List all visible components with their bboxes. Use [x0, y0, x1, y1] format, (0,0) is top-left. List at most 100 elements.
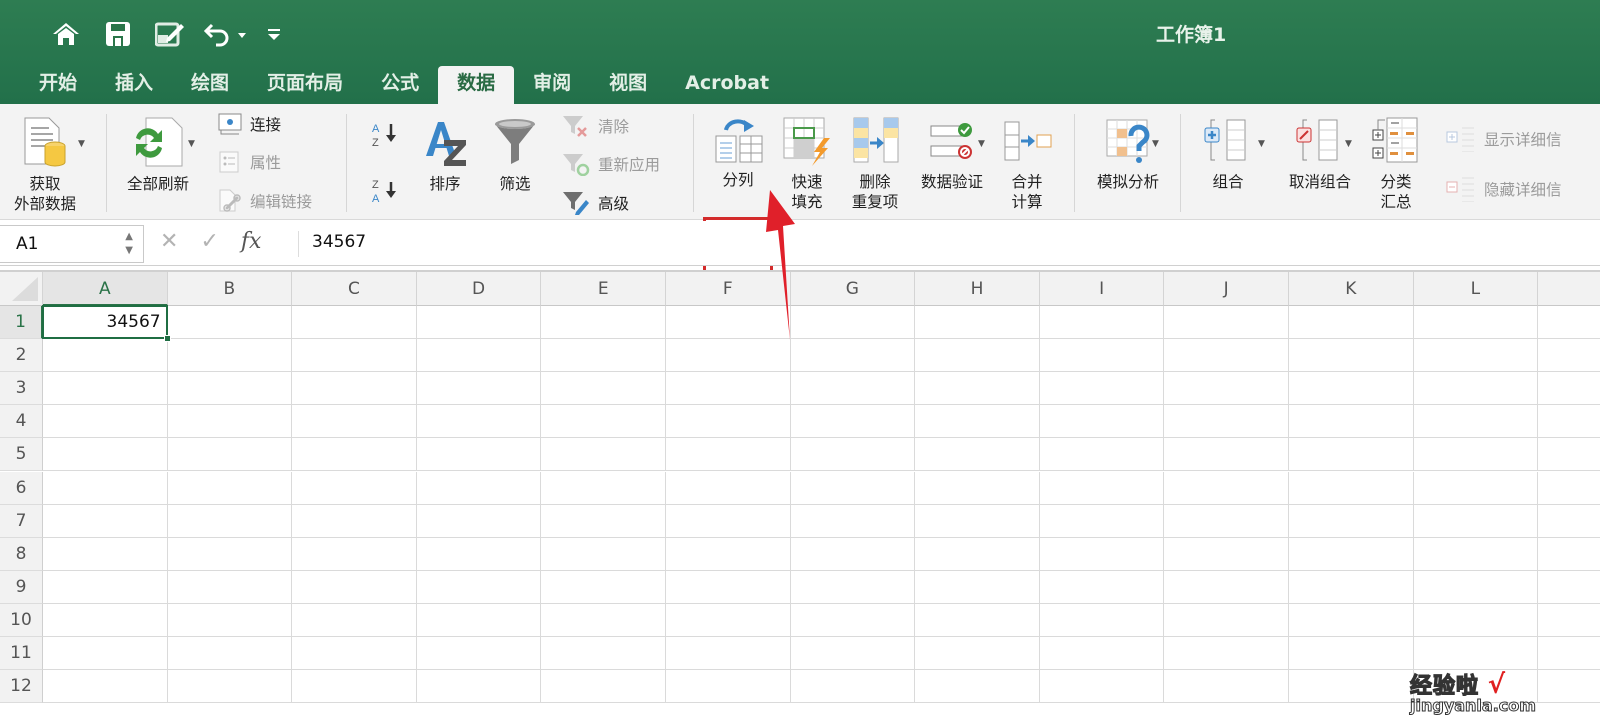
cell[interactable]	[666, 339, 791, 373]
cell[interactable]	[416, 603, 542, 637]
tab-acrobat[interactable]: Acrobat	[666, 66, 788, 104]
cell[interactable]	[167, 405, 293, 439]
cell[interactable]	[43, 504, 168, 538]
cell[interactable]	[1413, 339, 1539, 373]
cell[interactable]	[915, 438, 1040, 472]
cell[interactable]	[1413, 438, 1539, 472]
cell[interactable]	[1289, 570, 1414, 604]
cell[interactable]	[1289, 339, 1414, 373]
hide-detail-button[interactable]: 隐藏详细信	[1446, 176, 1562, 202]
advanced-filter-button[interactable]: 高级	[562, 190, 629, 216]
cell[interactable]	[167, 372, 293, 406]
cell[interactable]	[292, 339, 417, 373]
sort-ascending-button[interactable]: AZ	[370, 120, 400, 150]
cell[interactable]	[541, 339, 666, 373]
cell[interactable]	[666, 306, 791, 340]
cell[interactable]	[43, 405, 168, 439]
cell[interactable]	[416, 306, 542, 340]
row-header-5[interactable]: 5	[0, 438, 43, 472]
row-header-8[interactable]: 8	[0, 537, 43, 571]
cell[interactable]	[1289, 670, 1414, 704]
row-header-11[interactable]: 11	[0, 637, 43, 671]
subtotal-button[interactable]: 分类 汇总	[1370, 116, 1422, 212]
cell[interactable]	[1413, 603, 1539, 637]
cell[interactable]	[43, 339, 168, 373]
cell[interactable]	[1413, 570, 1539, 604]
cell[interactable]	[1039, 306, 1165, 340]
cell[interactable]	[1039, 637, 1165, 671]
cell[interactable]	[292, 306, 417, 340]
consolidate-button[interactable]: 合并 计算	[1000, 116, 1054, 212]
cell[interactable]	[790, 471, 916, 505]
cell[interactable]	[1039, 570, 1165, 604]
cell[interactable]	[790, 405, 916, 439]
cell[interactable]	[416, 471, 542, 505]
cell[interactable]	[416, 670, 542, 704]
cell[interactable]	[43, 570, 168, 604]
cell[interactable]	[666, 570, 791, 604]
cell[interactable]	[1164, 306, 1289, 340]
cell[interactable]	[1164, 537, 1289, 571]
cell[interactable]	[43, 438, 168, 472]
cell[interactable]	[167, 504, 293, 538]
cell[interactable]	[666, 504, 791, 538]
cell[interactable]	[1538, 571, 1600, 604]
cell[interactable]	[292, 504, 417, 538]
cell[interactable]	[1538, 670, 1600, 704]
column-header-b[interactable]: B	[167, 272, 293, 306]
row-header-9[interactable]: 9	[0, 570, 43, 604]
cell[interactable]	[541, 637, 666, 671]
tab-data[interactable]: 数据	[438, 66, 515, 104]
cell[interactable]	[1289, 306, 1414, 340]
column-header[interactable]	[1538, 272, 1600, 306]
cancel-icon[interactable]: ✕	[160, 229, 178, 254]
cell[interactable]	[292, 438, 417, 472]
confirm-icon[interactable]: ✓	[200, 229, 218, 254]
cell[interactable]	[915, 471, 1040, 505]
cell[interactable]	[167, 670, 293, 704]
chevron-down-icon[interactable]: ▼	[1152, 139, 1159, 149]
flash-fill-button[interactable]: 快速 填充	[780, 116, 834, 212]
cell[interactable]	[1413, 504, 1539, 538]
chevron-down-icon[interactable]: ▼	[1258, 139, 1265, 149]
cell[interactable]	[915, 570, 1040, 604]
chevron-down-icon[interactable]: ▼	[188, 139, 195, 149]
clear-filter-button[interactable]: 清除	[562, 114, 629, 138]
cell[interactable]	[1164, 372, 1289, 406]
cell[interactable]	[1538, 339, 1600, 373]
cell[interactable]	[292, 637, 417, 671]
cell[interactable]	[1164, 504, 1289, 538]
cell[interactable]	[915, 603, 1040, 637]
chevron-down-icon[interactable]: ▼	[978, 139, 985, 149]
column-header-k[interactable]: K	[1289, 272, 1414, 306]
cell[interactable]	[790, 339, 916, 373]
cell[interactable]	[666, 438, 791, 472]
cell[interactable]	[1039, 339, 1165, 373]
home-icon[interactable]	[40, 16, 92, 52]
cell[interactable]	[416, 372, 542, 406]
chevron-down-icon[interactable]: ▼	[78, 139, 85, 149]
cell[interactable]	[541, 603, 666, 637]
ungroup-button[interactable]: 取消组合	[1280, 116, 1360, 192]
connections-button[interactable]: 连接	[218, 113, 281, 135]
cell[interactable]	[1039, 438, 1165, 472]
cell[interactable]	[1289, 504, 1414, 538]
cell[interactable]	[1538, 438, 1600, 472]
cell[interactable]	[1289, 603, 1414, 637]
customize-toolbar-icon[interactable]	[256, 16, 292, 52]
cell[interactable]	[915, 504, 1040, 538]
cell[interactable]	[915, 537, 1040, 571]
remove-duplicates-button[interactable]: 删除 重复项	[846, 116, 904, 212]
tab-view[interactable]: 视图	[590, 66, 666, 104]
cell[interactable]	[1164, 570, 1289, 604]
column-header-j[interactable]: J	[1164, 272, 1289, 306]
tab-insert[interactable]: 插入	[96, 66, 172, 104]
cell[interactable]	[541, 438, 666, 472]
save-icon[interactable]	[92, 16, 144, 52]
cell[interactable]	[541, 306, 666, 340]
cell[interactable]	[1289, 372, 1414, 406]
undo-icon[interactable]	[196, 16, 256, 52]
cell[interactable]	[292, 537, 417, 571]
cell[interactable]	[43, 670, 168, 704]
name-box-stepper-icon[interactable]: ▲ ▼	[125, 230, 133, 258]
